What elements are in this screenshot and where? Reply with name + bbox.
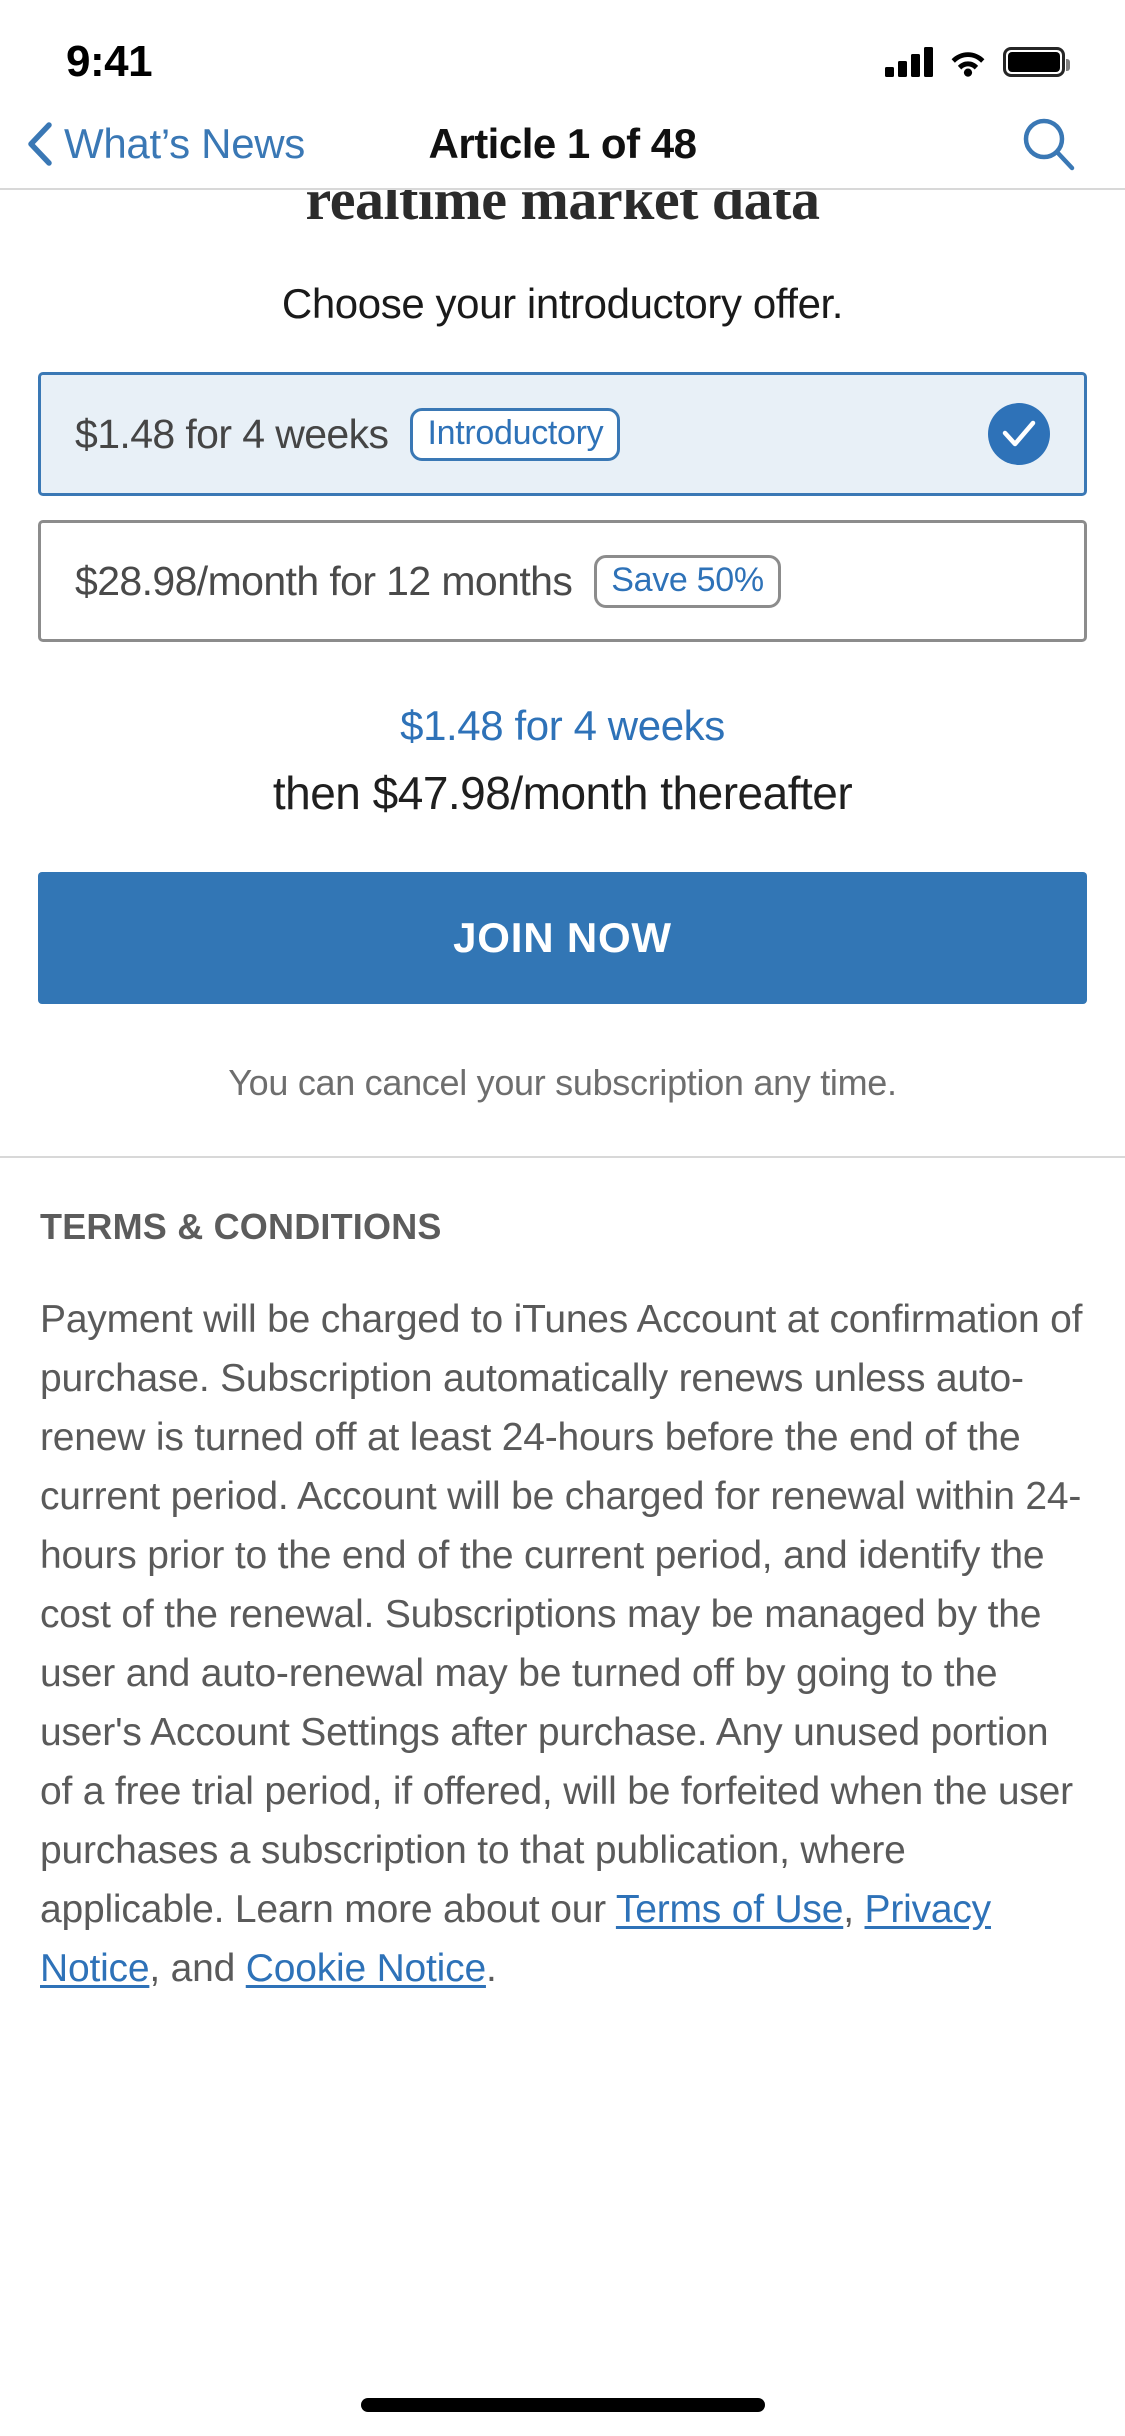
cookie-notice-link[interactable]: Cookie Notice	[246, 1947, 486, 1990]
back-button-label: What’s News	[64, 120, 305, 167]
terms-body-text: Payment will be charged to iTunes Accoun…	[40, 1298, 1083, 1931]
offer-price-label: $28.98/month for 12 months	[75, 557, 573, 604]
status-bar-time: 9:41	[66, 37, 153, 86]
terms-section: TERMS & CONDITIONS Payment will be charg…	[0, 1206, 1125, 1998]
phone-screen: 9:41 What’s News Article 1 of 48 realtim…	[0, 0, 1125, 2436]
offer-option-introductory[interactable]: $1.48 for 4 weeks Introductory	[38, 372, 1087, 496]
terms-section-divider	[0, 1156, 1125, 1158]
offer-list: $1.48 for 4 weeks Introductory $28.98/mo…	[0, 372, 1125, 642]
terms-of-use-link[interactable]: Terms of Use	[616, 1888, 844, 1931]
check-circle-icon	[988, 403, 1050, 465]
terms-period: .	[485, 1947, 497, 1990]
terms-body: Payment will be charged to iTunes Accoun…	[40, 1290, 1085, 1998]
price-summary: $1.48 for 4 weeks then $47.98/month ther…	[0, 702, 1125, 820]
offer-option-annual[interactable]: $28.98/month for 12 months Save 50%	[38, 520, 1087, 642]
signal-bars-icon	[885, 47, 933, 77]
back-button[interactable]: What’s News	[26, 120, 305, 168]
join-now-button[interactable]: JOIN NOW	[38, 872, 1087, 1004]
offer-prompt: Choose your introductory offer.	[281, 280, 844, 327]
summary-recurring-price: then $47.98/month thereafter	[272, 767, 853, 819]
wifi-icon	[951, 52, 985, 77]
offer-badge-save: Save 50%	[594, 554, 781, 608]
article-paywall-content: realtime market data Choose your introdu…	[0, 188, 1125, 2436]
home-indicator[interactable]	[360, 2398, 765, 2412]
chevron-left-icon	[28, 122, 52, 166]
article-headline-text: realtime market data	[305, 190, 820, 232]
cta-container: JOIN NOW	[0, 872, 1125, 1004]
search-icon[interactable]	[1021, 116, 1077, 172]
check-icon	[1002, 420, 1036, 447]
offer-badge-introductory: Introductory	[410, 407, 621, 461]
terms-separator: , and	[149, 1947, 246, 1990]
offer-price-label: $1.48 for 4 weeks	[75, 410, 389, 457]
status-bar: 9:41	[0, 0, 1125, 100]
summary-intro-price: $1.48 for 4 weeks	[400, 702, 725, 749]
terms-heading: TERMS & CONDITIONS	[40, 1206, 442, 1247]
status-bar-indicators	[885, 47, 1070, 77]
battery-full-icon	[1003, 47, 1070, 77]
navigation-bar: What’s News Article 1 of 48	[0, 100, 1125, 188]
terms-separator: ,	[843, 1888, 865, 1931]
article-headline-clipped: realtime market data	[0, 190, 1125, 236]
cancel-anytime-note: You can cancel your subscription any tim…	[228, 1062, 897, 1103]
